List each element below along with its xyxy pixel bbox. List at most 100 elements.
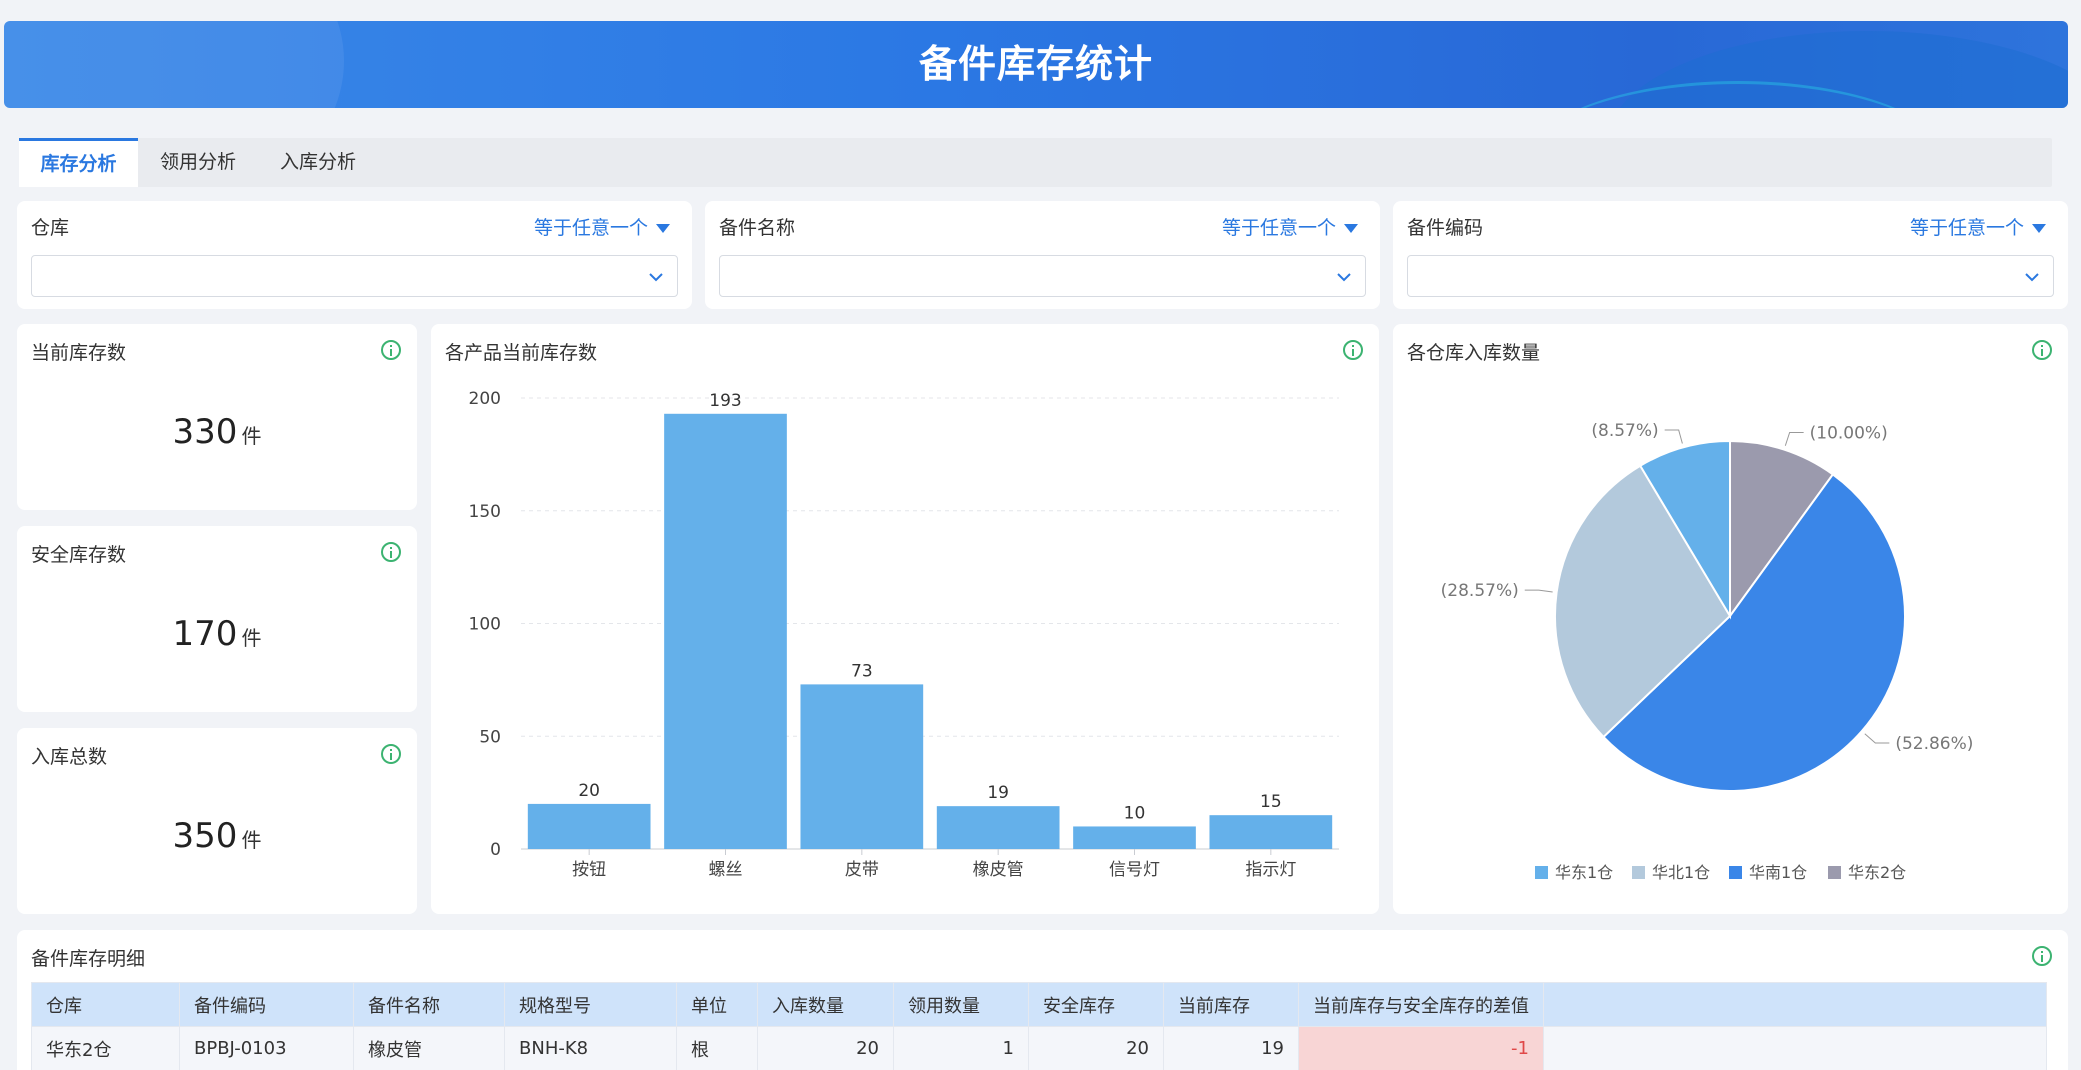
column-header[interactable]: 备件编码 xyxy=(179,982,354,1027)
pie-chart: (10.00%) (52.86%) (28.57%) (8.57%) 华东1仓 华北1仓 华… xyxy=(1441,421,1974,882)
pie-chart-card: 各仓库入库数量 (10.00%) (52.86%) (28.57%) (8.57%) 华… xyxy=(1393,324,2068,914)
slice-label: (10.00%) xyxy=(1810,423,1888,443)
kpi-value: 330 xyxy=(172,412,238,452)
label-leader-line xyxy=(1664,429,1683,444)
legend-swatch xyxy=(1535,866,1548,879)
x-tick-label: 信号灯 xyxy=(1109,860,1160,880)
column-header[interactable]: 规格型号 xyxy=(504,982,677,1027)
table-cell: 根 xyxy=(676,1026,758,1070)
info-icon[interactable] xyxy=(2032,946,2052,966)
caret-down-icon xyxy=(656,224,670,233)
table-cell: BNH-K8 xyxy=(504,1026,677,1070)
tab-bar: 库存分析 领用分析 入库分析 xyxy=(19,138,2052,187)
bar xyxy=(800,684,924,849)
info-icon[interactable] xyxy=(381,340,401,360)
kpi-unit: 件 xyxy=(241,626,262,650)
detail-table-card: 备件库存明细 仓库 备件编码 备件名称 规格型号 单位 入库数量 领用数量 安全… xyxy=(17,930,2068,1070)
tab-usage-analysis[interactable]: 领用分析 xyxy=(138,138,258,187)
part-name-select[interactable] xyxy=(719,255,1366,297)
data-label: 73 xyxy=(851,661,873,681)
filter-operator-dropdown[interactable]: 等于任意一个 xyxy=(1222,213,1358,240)
data-label: 15 xyxy=(1260,792,1282,812)
chevron-down-icon xyxy=(649,273,663,282)
column-header[interactable]: 安全库存 xyxy=(1028,982,1164,1027)
tab-inbound-analysis[interactable]: 入库分析 xyxy=(258,138,378,187)
kpi-value: 350 xyxy=(172,816,238,856)
column-header[interactable]: 当前库存 xyxy=(1163,982,1299,1027)
filter-part-code: 备件编码 等于任意一个 xyxy=(1393,201,2068,309)
column-header[interactable]: 领用数量 xyxy=(893,982,1029,1027)
x-tick-label: 按钮 xyxy=(572,860,606,880)
data-label: 193 xyxy=(709,391,741,411)
y-tick-label: 0 xyxy=(490,840,501,860)
filter-label: 仓库 xyxy=(31,217,70,239)
inventory-detail-table: 仓库 备件编码 备件名称 规格型号 单位 入库数量 领用数量 安全库存 当前库存… xyxy=(31,982,2047,1070)
legend-label: 华南1仓 xyxy=(1749,863,1807,882)
data-label: 10 xyxy=(1124,803,1146,823)
y-tick-label: 200 xyxy=(469,389,501,409)
table-cell: 20 xyxy=(757,1026,894,1070)
legend-swatch xyxy=(1729,866,1742,879)
column-header[interactable]: 入库数量 xyxy=(757,982,894,1027)
bar-chart-card: 各产品当前库存数 0 50 100 150 200 20 按钮 193 螺丝 73 皮带 19 橡皮管 1… xyxy=(431,324,1379,914)
filter-operator-dropdown[interactable]: 等于任意一个 xyxy=(1910,213,2046,240)
kpi-unit: 件 xyxy=(241,828,262,852)
table-cell: 19 xyxy=(1163,1026,1299,1070)
info-icon[interactable] xyxy=(381,744,401,764)
legend-label: 华东1仓 xyxy=(1555,863,1613,882)
column-header[interactable]: 当前库存与安全库存的差值 xyxy=(1298,982,1544,1027)
page-title: 备件库存统计 xyxy=(918,42,1153,86)
column-header[interactable]: 单位 xyxy=(676,982,758,1027)
table-row[interactable]: 华东2仓 BPBJ-0103 橡皮管 BNH-K8 根 20 1 20 19 -… xyxy=(31,1026,2047,1070)
warehouse-select[interactable] xyxy=(31,255,678,297)
tab-inventory-analysis[interactable]: 库存分析 xyxy=(19,138,138,187)
y-tick-label: 150 xyxy=(469,502,501,522)
data-label: 19 xyxy=(987,783,1009,803)
data-label: 20 xyxy=(578,781,600,801)
table-cell: BPBJ-0103 xyxy=(179,1026,354,1070)
filter-label: 备件编码 xyxy=(1407,217,1484,239)
kpi-current-stock: 当前库存数 330 件 xyxy=(17,324,417,510)
filter-operator-label: 等于任意一个 xyxy=(1221,217,1336,239)
table-cell-difference: -1 xyxy=(1298,1026,1544,1070)
legend-label: 华东2仓 xyxy=(1848,863,1906,882)
label-leader-line xyxy=(1524,589,1553,593)
y-tick-label: 100 xyxy=(469,615,501,635)
filter-label: 备件名称 xyxy=(719,217,796,239)
filter-part-name: 备件名称 等于任意一个 xyxy=(705,201,1380,309)
filter-operator-dropdown[interactable]: 等于任意一个 xyxy=(534,213,670,240)
x-tick-label: 橡皮管 xyxy=(973,860,1024,880)
bar xyxy=(936,806,1060,849)
chevron-down-icon xyxy=(2025,273,2039,282)
table-cell: 华东2仓 xyxy=(31,1026,180,1070)
chevron-down-icon xyxy=(1337,273,1351,282)
kpi-safety-stock: 安全库存数 170 件 xyxy=(17,526,417,712)
slice-label: (8.57%) xyxy=(1591,421,1658,441)
column-header[interactable]: 仓库 xyxy=(31,982,180,1027)
table-cell-empty xyxy=(1543,1026,2047,1070)
slice-label: (28.57%) xyxy=(1441,581,1519,601)
info-icon[interactable] xyxy=(381,542,401,562)
bar-chart: 0 50 100 150 200 20 按钮 193 螺丝 73 皮带 19 橡皮管 10 信号灯 15 指示灯 xyxy=(469,389,1339,880)
legend-label: 华北1仓 xyxy=(1652,863,1710,882)
y-tick-label: 50 xyxy=(479,727,501,747)
column-header[interactable]: 备件名称 xyxy=(353,982,505,1027)
bar xyxy=(527,803,651,849)
bar xyxy=(1209,815,1333,849)
table-cell: 20 xyxy=(1028,1026,1164,1070)
part-code-select[interactable] xyxy=(1407,255,2054,297)
kpi-inbound-total: 入库总数 350 件 xyxy=(17,728,417,914)
kpi-value: 170 xyxy=(172,614,238,654)
caret-down-icon xyxy=(2032,224,2046,233)
legend-swatch xyxy=(1828,866,1841,879)
x-tick-label: 皮带 xyxy=(845,860,879,880)
filter-operator-label: 等于任意一个 xyxy=(533,217,648,239)
caret-down-icon xyxy=(1344,224,1358,233)
slice-label: (52.86%) xyxy=(1895,734,1973,754)
table-header-row: 仓库 备件编码 备件名称 规格型号 单位 入库数量 领用数量 安全库存 当前库存… xyxy=(31,982,2047,1027)
label-leader-line xyxy=(1784,431,1804,446)
table-cell: 1 xyxy=(893,1026,1029,1070)
header-banner: 备件库存统计 xyxy=(4,21,2068,108)
bar xyxy=(1073,826,1196,849)
kpi-title: 安全库存数 xyxy=(31,544,127,566)
